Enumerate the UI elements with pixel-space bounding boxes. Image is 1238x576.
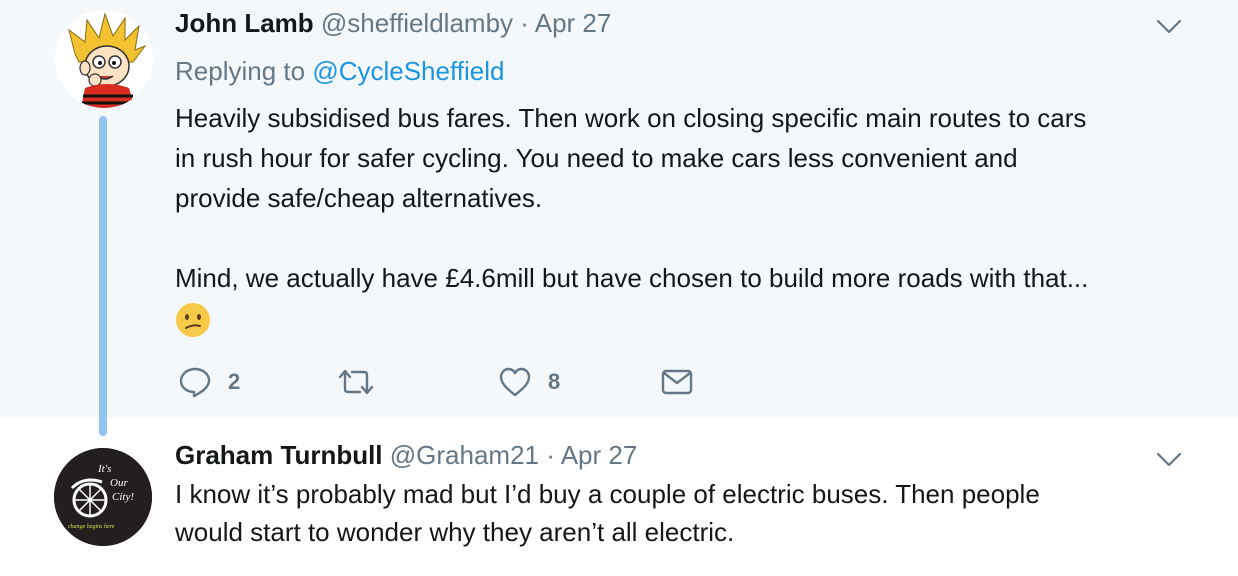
chevron-down-icon[interactable]: [1156, 19, 1182, 35]
tweet-text-line: Heavily subsidised bus fares. Then work …: [175, 103, 1087, 133]
tweet-text-line: Mind, we actually have £4.6mill but have…: [175, 263, 1089, 293]
tweet-text-line: would start to wonder why they aren’t al…: [175, 517, 735, 547]
like-action[interactable]: 8: [498, 362, 560, 402]
author-handle[interactable]: @sheffieldlamby: [321, 8, 513, 38]
like-count: 8: [548, 369, 561, 394]
heart-icon[interactable]: [498, 366, 532, 398]
chevron-down-icon[interactable]: [1156, 452, 1182, 468]
avatar[interactable]: It's Our City! change begins here: [54, 448, 152, 546]
tweet-text-line: provide safe/cheap alternatives.: [175, 183, 543, 213]
tweet-text-line: in rush hour for safer cycling. You need…: [175, 143, 1018, 173]
tweet-date[interactable]: Apr 27: [535, 8, 612, 38]
reply-action[interactable]: 2: [178, 362, 240, 402]
reply-count: 2: [228, 369, 241, 394]
reply-icon[interactable]: [178, 366, 212, 398]
author-name[interactable]: Graham Turnbull: [175, 440, 383, 470]
avatar[interactable]: [55, 10, 153, 108]
mention-link[interactable]: @CycleSheffield: [312, 56, 504, 86]
separator-dot: ·: [546, 440, 555, 470]
tweet-header: John Lamb @sheffieldlamby · Apr 27: [175, 8, 611, 38]
author-handle[interactable]: @Graham21: [390, 440, 539, 470]
envelope-icon[interactable]: [660, 368, 694, 396]
separator-dot: ·: [520, 8, 529, 38]
logo-tagline: change begins here: [68, 524, 115, 530]
replying-label: Replying to: [175, 56, 306, 86]
tweet-text: I know it’s probably mad but I’d buy a c…: [175, 475, 1040, 551]
logo-text: City!: [112, 491, 134, 503]
logo-text: It's: [97, 463, 111, 475]
logo-text: Our: [110, 477, 128, 489]
retweet-action[interactable]: [336, 362, 392, 402]
tweet-date[interactable]: Apr 27: [561, 440, 638, 470]
thread-connector-line: [99, 116, 107, 436]
tweet-john-lamb[interactable]: John Lamb @sheffieldlamby · Apr 27 Reply…: [0, 0, 1238, 418]
confused-face-emoji: [176, 303, 210, 338]
tweet-graham-turnbull[interactable]: It's Our City! change begins here Graham…: [0, 418, 1238, 576]
dm-action[interactable]: [660, 362, 694, 402]
tweet-header: Graham Turnbull @Graham21 · Apr 27: [175, 440, 637, 470]
retweet-icon[interactable]: [336, 367, 376, 397]
replying-to: Replying to @CycleSheffield: [175, 56, 504, 86]
tweet-text: Heavily subsidised bus fares. Then work …: [175, 98, 1088, 338]
tweet-text-line: I know it’s probably mad but I’d buy a c…: [175, 479, 1040, 509]
author-name[interactable]: John Lamb: [175, 8, 314, 38]
